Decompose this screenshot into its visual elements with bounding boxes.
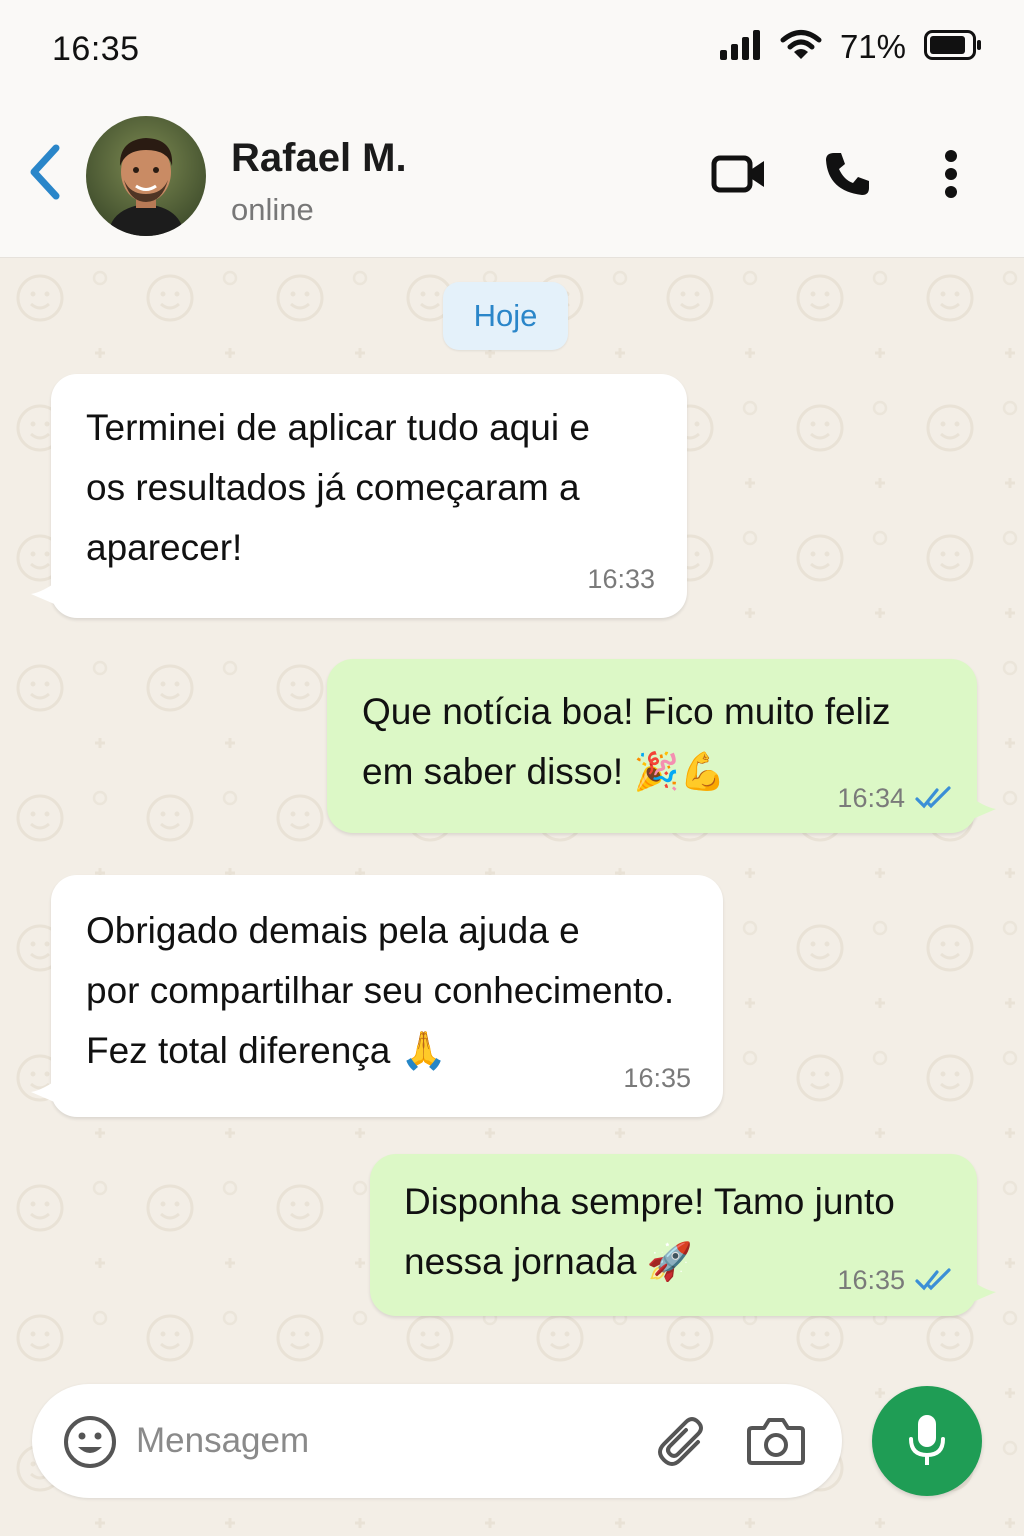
emoji-icon [64,1416,116,1468]
message-time: 16:33 [587,564,655,594]
message-meta: 16:34 [837,783,953,813]
party-muscle-emoji: 🎉💪 [633,750,726,793]
emoji-button[interactable] [62,1414,118,1470]
date-label: Hoje [473,298,538,333]
bubble-tail [968,795,996,821]
message-list[interactable]: Hoje Terminei de aplicar tudo aqui e os … [0,258,1024,1536]
voice-message-button[interactable] [872,1386,982,1496]
camera-button[interactable] [746,1414,806,1468]
attach-button[interactable] [654,1412,710,1470]
camera-icon [747,1418,805,1465]
date-divider: Hoje [443,282,568,350]
more-icon [945,150,957,198]
battery-percentage: 71% [839,28,906,65]
status-indicators: 71% [719,28,982,66]
more-options-button[interactable] [916,142,986,206]
avatar[interactable] [86,116,206,236]
wifi-icon [780,29,822,66]
status-time: 16:35 [52,30,140,68]
message-text: Terminei de aplicar tudo aqui e os resul… [86,407,590,568]
video-call-button[interactable] [704,142,774,206]
message-text: Disponha sempre! Tamo junto nessa jornad… [404,1181,895,1283]
phone-icon [826,153,869,195]
message-time: 16:34 [837,783,905,813]
double-check-icon [915,786,951,809]
message-bubble-incoming[interactable]: Terminei de aplicar tudo aqui e os resul… [51,374,687,618]
message-time: 16:35 [623,1063,691,1093]
rocket-emoji: 🚀 [646,1240,693,1283]
voice-call-button[interactable] [812,142,882,206]
bubble-tail [31,580,59,606]
message-text: Obrigado demais pela ajuda e por compart… [86,910,675,1072]
attach-icon [658,1417,703,1466]
pray-emoji: 🙏 [400,1029,447,1072]
chat-header: Rafael M. online [0,100,1024,258]
double-check-icon [915,1268,951,1291]
message-meta: 16:35 [837,1265,953,1295]
battery-icon [924,29,982,65]
bubble-tail [31,1078,59,1104]
message-input[interactable] [136,1412,636,1470]
mic-icon [909,1415,945,1465]
message-bubble-outgoing[interactable]: Disponha sempre! Tamo junto nessa jornad… [370,1154,977,1316]
status-bar: 16:35 71% [0,0,1024,100]
video-call-icon [711,155,764,193]
message-time: 16:35 [837,1265,905,1295]
contact-name[interactable]: Rafael M. [231,136,407,181]
message-bubble-outgoing[interactable]: Que notícia boa! Fico muito feliz em sab… [327,659,977,833]
message-meta: 16:33 [587,564,655,594]
message-text: Que notícia boa! Fico muito feliz em sab… [362,691,891,793]
signal-icon [719,29,762,65]
chat-screen: 16:35 71% Rafael M. online Hoje Terminei… [0,0,1024,1536]
message-bubble-incoming[interactable]: Obrigado demais pela ajuda e por compart… [51,875,723,1117]
back-icon [30,144,60,200]
message-composer [32,1384,842,1498]
back-button[interactable] [22,140,72,204]
contact-status: online [231,192,314,227]
bubble-tail [968,1278,996,1304]
message-meta: 16:35 [623,1063,691,1093]
